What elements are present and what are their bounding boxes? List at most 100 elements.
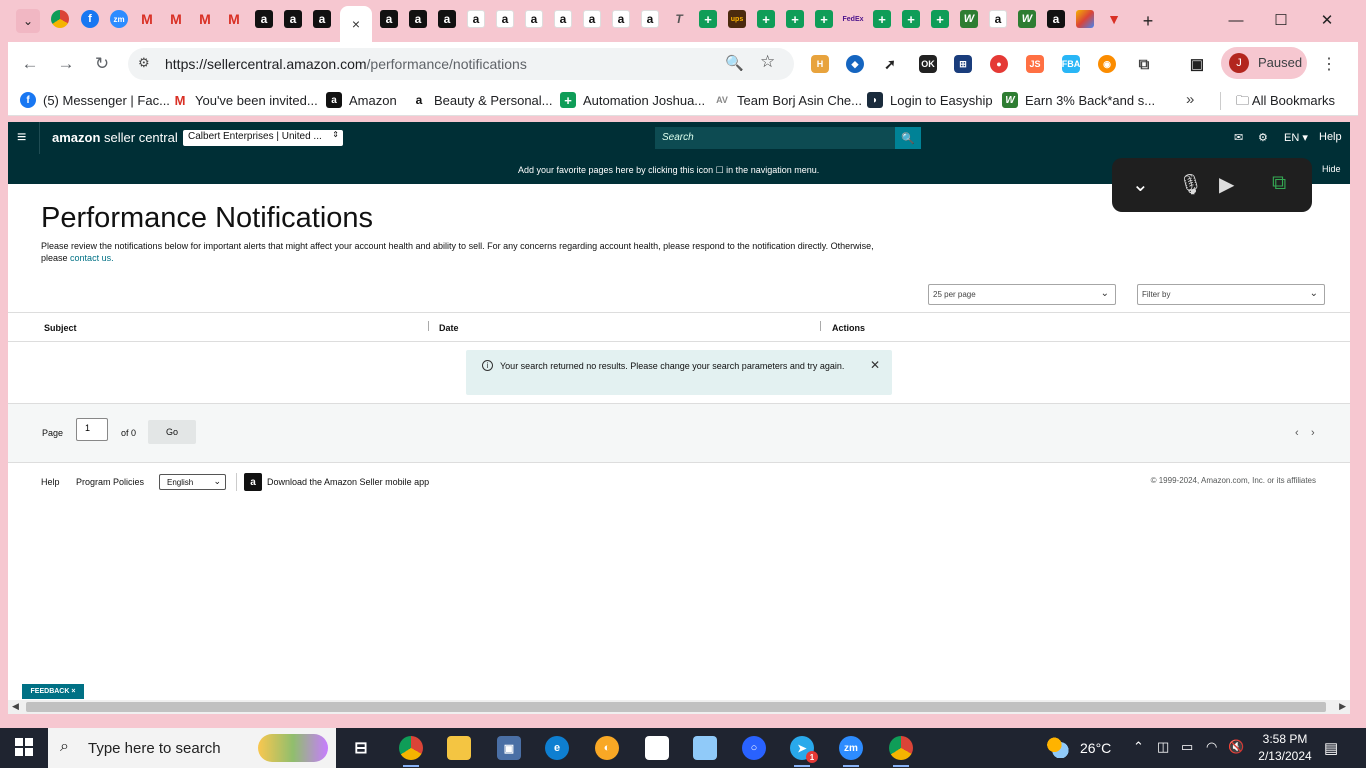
tab-amazon-smile-icon[interactable]: a xyxy=(525,10,543,28)
per-page-dropdown[interactable]: 25 per page ⌄ xyxy=(928,284,1116,305)
account-selector[interactable]: Calbert Enterprises | United ... ⇕ xyxy=(183,130,343,146)
tab-amazon-smile-icon[interactable]: a xyxy=(583,10,601,28)
tab-w-icon[interactable]: W xyxy=(1018,10,1036,28)
download-app-link[interactable]: Download the Amazon Seller mobile app xyxy=(267,477,429,487)
tab-gmail-icon[interactable]: M xyxy=(138,10,156,28)
chevron-up-icon[interactable]: ⌃ xyxy=(1133,739,1144,755)
extension-grid-icon[interactable]: ⊞ xyxy=(954,55,972,73)
feedback-button[interactable]: FEEDBACK × xyxy=(22,684,84,699)
tab-tool-icon[interactable]: T xyxy=(670,10,688,28)
tab-sheets-icon[interactable]: + xyxy=(873,10,891,28)
hide-banner-link[interactable]: Hide xyxy=(1322,164,1341,174)
tab-amazon-smile-icon[interactable]: a xyxy=(989,10,1007,28)
bookmark-item[interactable]: M You've been invited... xyxy=(172,92,318,108)
extension-pokeball-icon[interactable]: ● xyxy=(990,55,1008,73)
site-info-icon[interactable]: ⚙ xyxy=(138,55,150,71)
search-input[interactable]: Search xyxy=(655,127,895,149)
horizontal-scrollbar[interactable]: ◀ ▶ xyxy=(8,700,1350,714)
search-icon[interactable]: 🔍 xyxy=(895,127,921,149)
column-actions[interactable]: Actions xyxy=(832,323,865,333)
collapse-chevron-icon[interactable]: ⌄ xyxy=(1132,172,1149,197)
maximize-icon[interactable]: ☐ xyxy=(1271,10,1291,30)
chrome-profile-icon[interactable] xyxy=(889,736,913,767)
tab-facebook-icon[interactable]: f xyxy=(81,10,99,28)
footer-language-select[interactable]: English ⌄ xyxy=(159,474,226,490)
tab-w-icon[interactable]: W xyxy=(960,10,978,28)
tab-zoom-icon[interactable]: zm xyxy=(110,10,128,28)
weather-cloud-sun-icon[interactable] xyxy=(1046,736,1070,758)
more-bookmarks-chevron-icon[interactable]: » xyxy=(1186,91,1194,108)
help-link[interactable]: Help xyxy=(1319,131,1342,143)
tab-amazon-smile-icon[interactable]: a xyxy=(554,10,572,28)
tab-gmail-icon[interactable]: M xyxy=(225,10,243,28)
file-explorer-icon[interactable] xyxy=(447,736,471,760)
tab-amazon-icon[interactable]: a xyxy=(438,10,456,28)
taskbar-search[interactable]: ⌕ Type here to search xyxy=(48,728,336,768)
snip-tool-icon[interactable] xyxy=(693,736,717,760)
telegram-icon[interactable]: ➤ 1 xyxy=(790,736,818,767)
volume-muted-icon[interactable]: 🔇 xyxy=(1228,739,1244,755)
meet-now-icon[interactable]: ◫ xyxy=(1157,739,1169,755)
control-panel-icon[interactable]: ▣ xyxy=(497,736,521,760)
tab-sheets-icon[interactable]: + xyxy=(757,10,775,28)
bookmark-item[interactable]: ◗ Login to Easyship xyxy=(867,92,993,108)
tab-amazon-smile-icon[interactable]: a xyxy=(641,10,659,28)
notification-center-icon[interactable]: ▤ xyxy=(1324,739,1338,757)
filter-dropdown[interactable]: Filter by ⌄ xyxy=(1137,284,1325,305)
seller-central-logo[interactable]: amazon seller central xyxy=(52,130,178,145)
extensions-puzzle-icon[interactable]: ⧉ xyxy=(1135,55,1153,73)
chevron-left-icon[interactable]: ‹ xyxy=(1295,427,1299,439)
go-button[interactable]: Go xyxy=(148,420,196,444)
forward-arrow-icon[interactable]: → xyxy=(55,53,77,75)
bookmark-item[interactable]: a Amazon xyxy=(326,92,397,108)
tab-amazon-smile-icon[interactable]: a xyxy=(612,10,630,28)
battery-icon[interactable]: ▭ xyxy=(1181,739,1193,755)
active-tab[interactable]: × xyxy=(340,6,372,42)
close-window-icon[interactable]: ✕ xyxy=(1317,10,1337,30)
side-panel-icon[interactable]: ▣ xyxy=(1188,55,1206,73)
amazon-app-icon[interactable]: a xyxy=(244,473,262,491)
extension-orange-icon[interactable]: ◉ xyxy=(1098,55,1116,73)
windows-start-icon[interactable] xyxy=(15,738,33,756)
tab-sheets-icon[interactable]: + xyxy=(786,10,804,28)
tab-sheets-icon[interactable]: + xyxy=(902,10,920,28)
tab-search-chevron-icon[interactable]: ⌄ xyxy=(16,9,40,33)
notepad-icon[interactable] xyxy=(645,736,669,760)
footer-help-link[interactable]: Help xyxy=(41,477,60,487)
extension-ok-icon[interactable]: OK xyxy=(919,55,937,73)
extension-js-icon[interactable]: JS xyxy=(1026,55,1044,73)
tab-multicolor-icon[interactable] xyxy=(1076,10,1094,28)
bookmark-item[interactable]: AV Team Borj Asin Che... xyxy=(714,92,862,108)
tab-chrome-icon[interactable] xyxy=(51,10,69,28)
scrollbar-thumb[interactable] xyxy=(26,702,1326,712)
clock-time[interactable]: 3:58 PM xyxy=(1260,732,1310,746)
tab-fedex-icon[interactable]: FedEx xyxy=(843,10,864,28)
tab-sheets-icon[interactable]: + xyxy=(931,10,949,28)
edge-icon[interactable]: e xyxy=(545,736,569,760)
all-bookmarks[interactable]: 🗀 All Bookmarks xyxy=(1236,92,1335,114)
contact-us-link[interactable]: contact us. xyxy=(70,253,114,263)
page-number-input[interactable]: 1 xyxy=(76,418,108,441)
profile-button[interactable]: J Paused xyxy=(1221,47,1307,79)
task-view-icon[interactable]: ⊟ xyxy=(349,736,373,760)
scroll-left-icon[interactable]: ◀ xyxy=(12,701,19,712)
tab-gmail-icon[interactable]: M xyxy=(167,10,185,28)
tab-amazon-smile-icon[interactable]: a xyxy=(467,10,485,28)
clock-date[interactable]: 2/13/2024 xyxy=(1253,749,1317,763)
tab-sheets-icon[interactable]: + xyxy=(699,10,717,28)
temperature[interactable]: 26°C xyxy=(1080,740,1111,756)
gear-icon[interactable]: ⚙ xyxy=(1258,131,1268,144)
tab-funnel-icon[interactable]: ▼ xyxy=(1105,10,1123,28)
tab-amazon-icon[interactable]: a xyxy=(380,10,398,28)
tab-amazon-icon[interactable]: a xyxy=(255,10,273,28)
tab-ups-icon[interactable]: ups xyxy=(728,10,746,28)
tab-amazon-icon[interactable]: a xyxy=(1047,10,1065,28)
zoom-app-icon[interactable]: zm xyxy=(839,736,863,767)
column-subject[interactable]: Subject xyxy=(44,323,77,333)
zoom-icon[interactable]: 🔍 xyxy=(725,54,744,72)
extension-fba-icon[interactable]: FBA xyxy=(1062,55,1080,73)
mail-icon[interactable]: ✉ xyxy=(1234,131,1243,144)
language-selector[interactable]: EN ▾ xyxy=(1284,131,1308,144)
url-text[interactable]: https://sellercentral.amazon.com/perform… xyxy=(165,56,527,72)
program-policies-link[interactable]: Program Policies xyxy=(76,477,144,487)
